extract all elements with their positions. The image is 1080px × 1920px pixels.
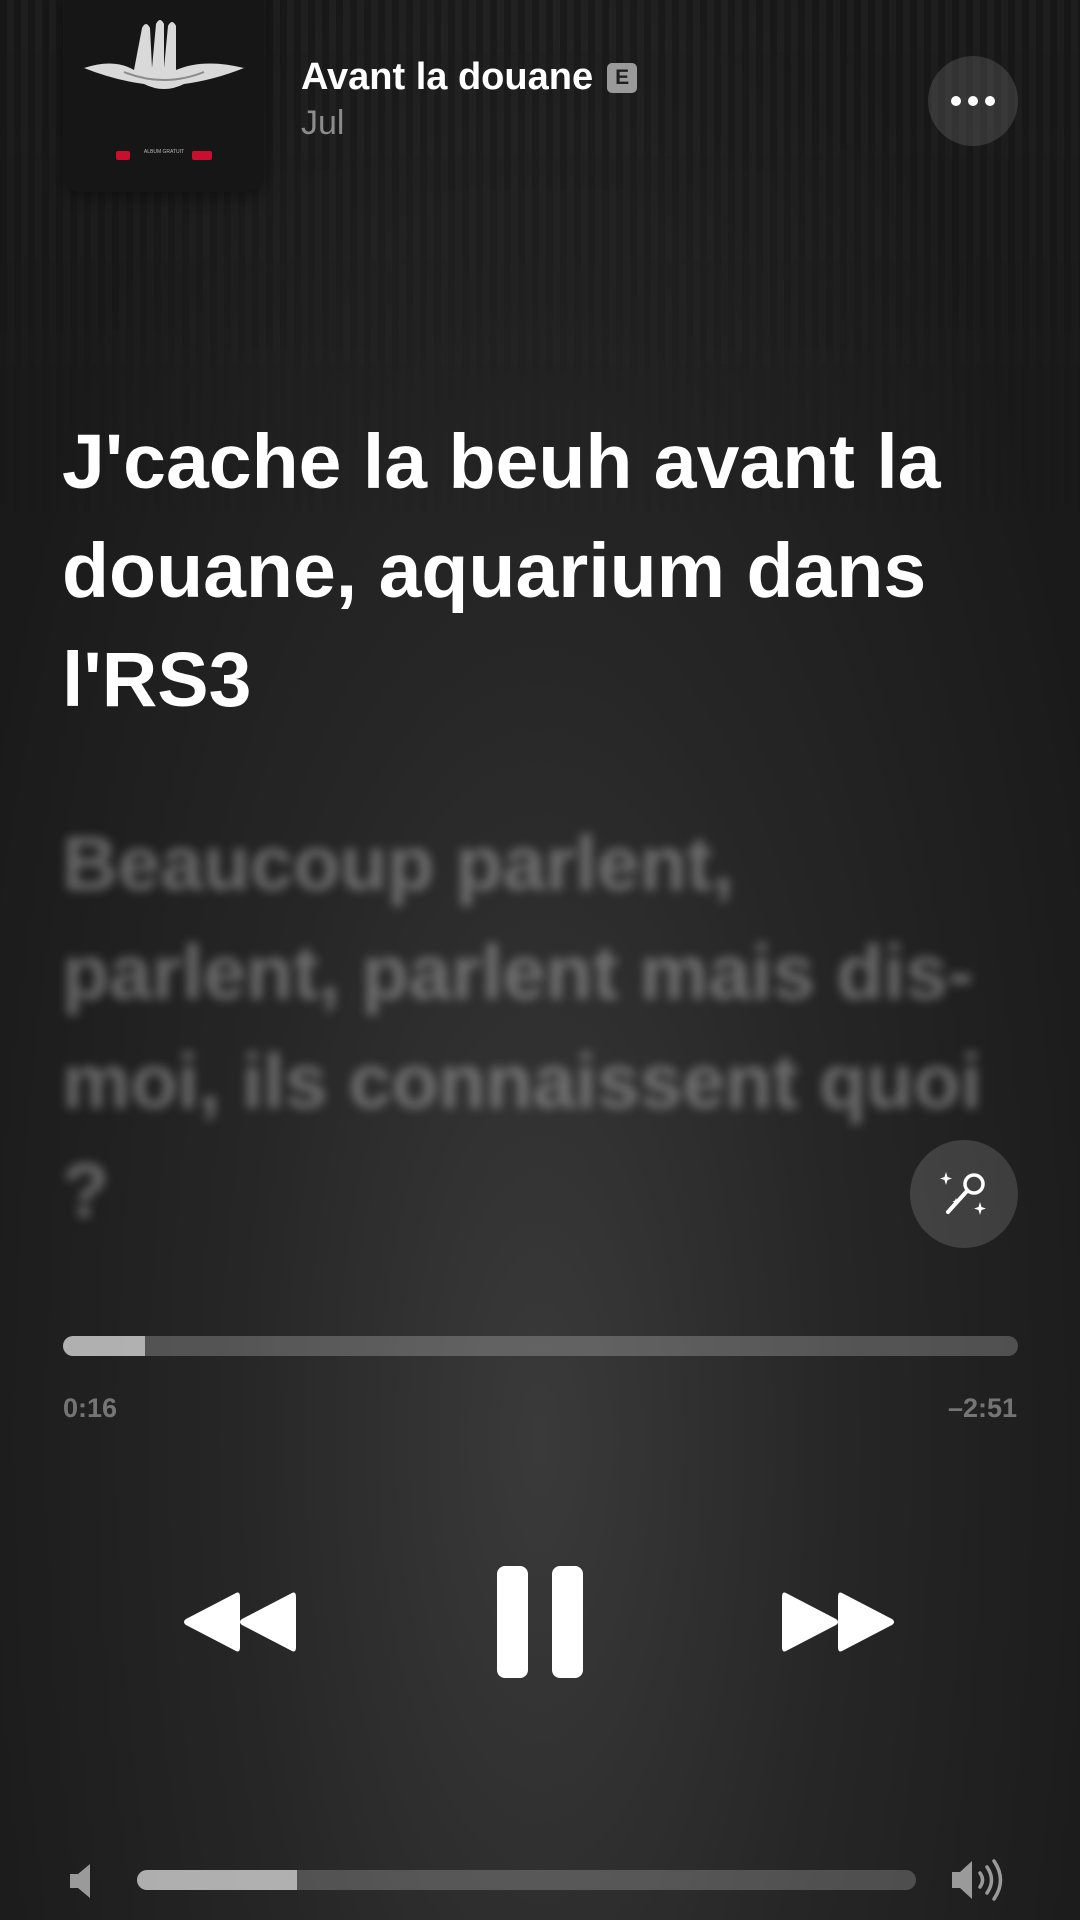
speaker-high-icon xyxy=(952,1859,1003,1901)
pause-button[interactable] xyxy=(490,1560,590,1684)
sing-lyrics-button[interactable] xyxy=(910,1140,1018,1248)
album-cover-hands: ALBUM GRATUIT xyxy=(64,0,264,192)
next-lyric-line[interactable]: Beaucoup parlent, parlent, parlent mais … xyxy=(62,810,1022,1246)
elapsed-time: 0:16 xyxy=(63,1393,118,1423)
explicit-badge: E xyxy=(607,62,638,93)
current-lyric-line[interactable]: J'cache la beuh avant la douane, aquariu… xyxy=(62,408,1022,735)
next-track-button[interactable] xyxy=(780,1582,900,1662)
volume-slider[interactable] xyxy=(137,1870,916,1890)
speaker-low-icon xyxy=(70,1864,90,1898)
volume-fill xyxy=(137,1870,297,1890)
previous-track-button[interactable] xyxy=(178,1582,298,1662)
pause-icon xyxy=(497,1566,583,1678)
track-title-row[interactable]: Avant la douane E xyxy=(301,56,638,99)
svg-text:ALBUM GRATUIT: ALBUM GRATUIT xyxy=(144,149,184,155)
now-playing-screen: ALBUM GRATUIT Avant la douane E Jul J'ca… xyxy=(0,0,1080,1920)
album-art[interactable]: ALBUM GRATUIT xyxy=(64,0,264,192)
more-options-button[interactable] xyxy=(928,56,1018,146)
progress-fill xyxy=(63,1336,146,1356)
track-title: Avant la douane xyxy=(301,56,594,98)
fast-forward-icon xyxy=(782,1592,894,1652)
microphone-sparkle-icon xyxy=(940,1172,986,1215)
rewind-icon xyxy=(184,1592,296,1652)
ellipsis-icon xyxy=(951,96,995,106)
remaining-time: –2:51 xyxy=(947,1393,1017,1423)
artist-name[interactable]: Jul xyxy=(301,104,344,143)
playback-progress-bar[interactable] xyxy=(63,1336,1018,1356)
